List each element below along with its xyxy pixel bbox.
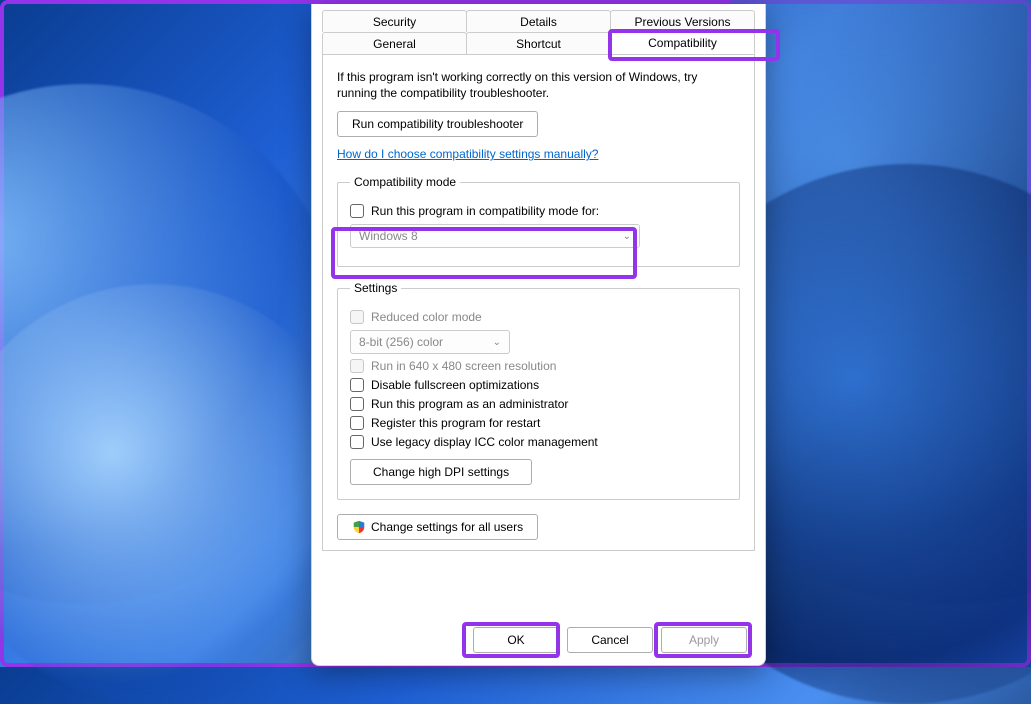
tab-details[interactable]: Details bbox=[466, 10, 611, 32]
chevron-down-icon: ⌄ bbox=[493, 337, 501, 348]
apply-button[interactable]: Apply bbox=[661, 627, 747, 653]
color-depth-select: 8-bit (256) color ⌄ bbox=[350, 330, 510, 354]
cancel-button[interactable]: Cancel bbox=[567, 627, 653, 653]
tab-compatibility[interactable]: Compatibility bbox=[610, 32, 755, 54]
run-troubleshooter-button[interactable]: Run compatibility troubleshooter bbox=[337, 111, 538, 137]
reduced-color-label: Reduced color mode bbox=[371, 310, 482, 324]
tab-security[interactable]: Security bbox=[322, 10, 467, 32]
register-restart-checkbox[interactable] bbox=[350, 416, 364, 430]
disable-fullscreen-label: Disable fullscreen optimizations bbox=[371, 378, 539, 392]
tab-strip: Security Details Previous Versions Gener… bbox=[322, 10, 755, 54]
change-all-users-label: Change settings for all users bbox=[371, 520, 523, 534]
change-all-users-button[interactable]: Change settings for all users bbox=[337, 514, 538, 540]
uac-shield-icon bbox=[352, 520, 366, 534]
run-as-admin-checkbox[interactable] bbox=[350, 397, 364, 411]
ok-button[interactable]: OK bbox=[473, 627, 559, 653]
run-640x480-checkbox bbox=[350, 359, 364, 373]
settings-legend: Settings bbox=[350, 281, 401, 295]
compat-mode-checkbox[interactable] bbox=[350, 204, 364, 218]
color-depth-value: 8-bit (256) color bbox=[359, 335, 443, 349]
dialog-footer: OK Cancel Apply bbox=[473, 627, 747, 653]
run-640x480-label: Run in 640 x 480 screen resolution bbox=[371, 359, 556, 373]
reduced-color-checkbox bbox=[350, 310, 364, 324]
tab-shortcut[interactable]: Shortcut bbox=[466, 32, 611, 54]
properties-dialog: Security Details Previous Versions Gener… bbox=[311, 4, 766, 666]
run-as-admin-label: Run this program as an administrator bbox=[371, 397, 568, 411]
tab-previous-versions[interactable]: Previous Versions bbox=[610, 10, 755, 32]
legacy-icc-label: Use legacy display ICC color management bbox=[371, 435, 598, 449]
compatibility-mode-group: Compatibility mode Run this program in c… bbox=[337, 175, 740, 267]
compat-os-value: Windows 8 bbox=[359, 229, 418, 243]
intro-text: If this program isn't working correctly … bbox=[337, 69, 740, 101]
legacy-icc-checkbox[interactable] bbox=[350, 435, 364, 449]
change-dpi-button[interactable]: Change high DPI settings bbox=[350, 459, 532, 485]
help-link[interactable]: How do I choose compatibility settings m… bbox=[337, 147, 598, 161]
compat-mode-label: Run this program in compatibility mode f… bbox=[371, 204, 599, 218]
register-restart-label: Register this program for restart bbox=[371, 416, 540, 430]
settings-group: Settings Reduced color mode 8-bit (256) … bbox=[337, 281, 740, 500]
disable-fullscreen-checkbox[interactable] bbox=[350, 378, 364, 392]
tab-general[interactable]: General bbox=[322, 32, 467, 54]
compat-os-select[interactable]: Windows 8 ⌄ bbox=[350, 224, 640, 248]
chevron-down-icon: ⌄ bbox=[623, 231, 631, 242]
compat-legend: Compatibility mode bbox=[350, 175, 460, 189]
tab-content: If this program isn't working correctly … bbox=[322, 54, 755, 551]
